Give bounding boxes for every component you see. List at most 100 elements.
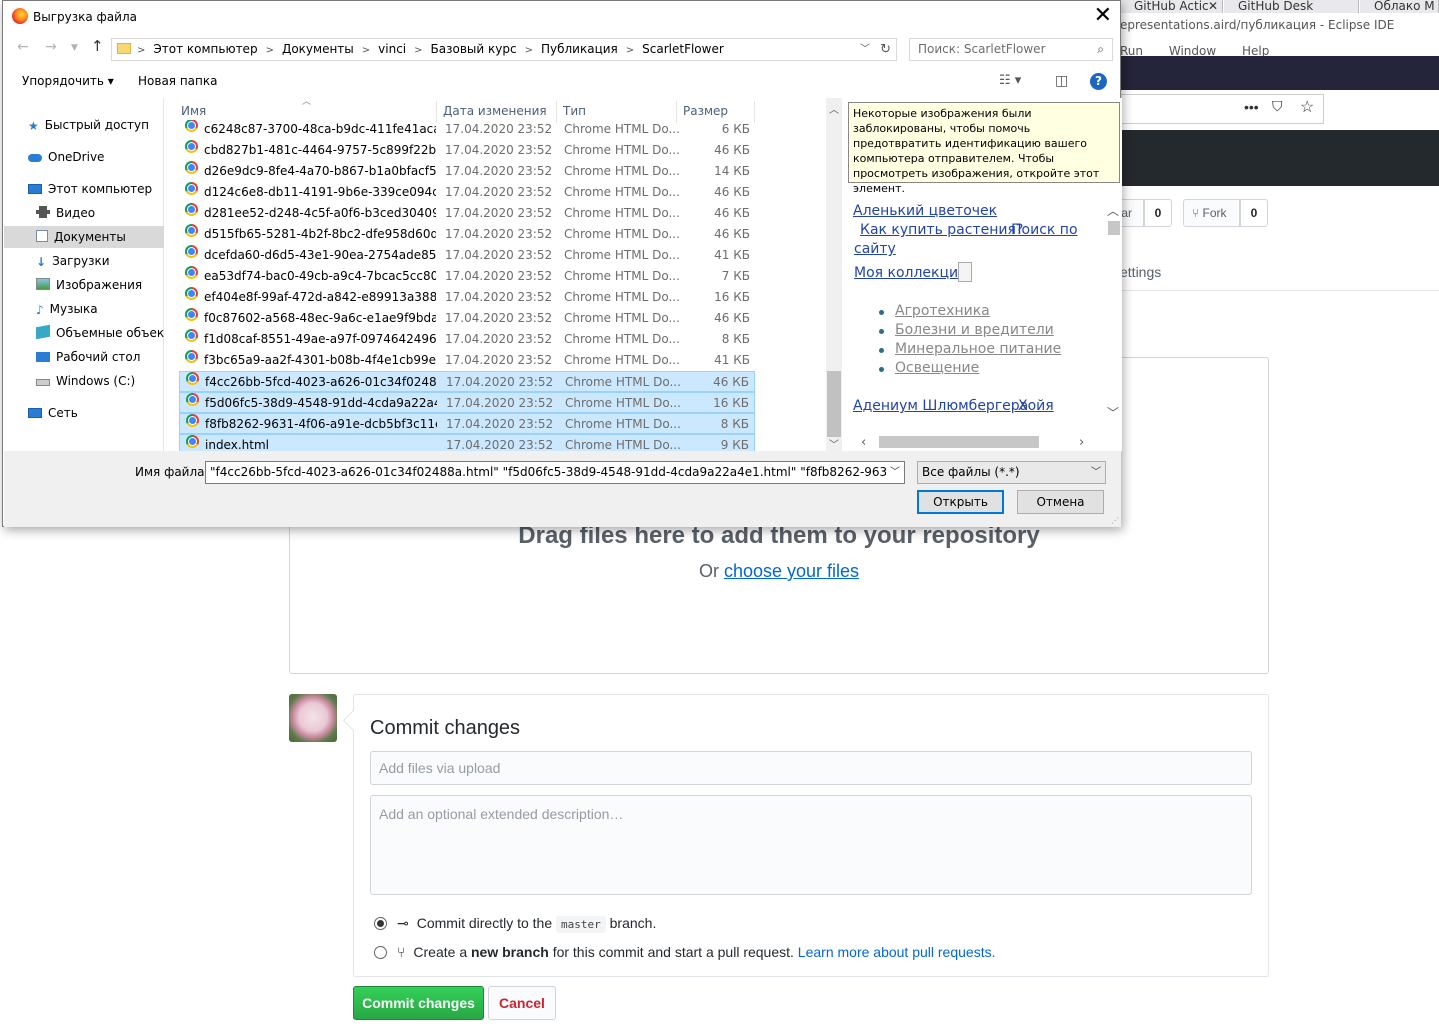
nav-3d-objects[interactable]: Объемные объекты: [4, 322, 164, 344]
nav-windows-drive[interactable]: Windows (C:): [4, 370, 164, 392]
nav-images[interactable]: Изображения: [4, 274, 164, 296]
file-row[interactable]: f0c87602-a568-48ec-9a6c-e1ae9f9bda5d....…: [179, 308, 755, 329]
scroll-down-icon[interactable]: ﹀: [1107, 404, 1119, 421]
learn-more-link[interactable]: Learn more about pull requests.: [798, 944, 996, 960]
browser-tab-github-actions[interactable]: GitHub Actic ✕: [1120, 0, 1223, 13]
file-row[interactable]: f3bc65a9-aa2f-4301-b08b-4f4e1cb99e53....…: [179, 350, 755, 371]
preview-pane-icon[interactable]: ◫: [1055, 73, 1068, 89]
file-row[interactable]: d26e9dc9-8fe4-4a70-b867-b1a0bfacf561....…: [179, 161, 755, 182]
filetype-select[interactable]: Все файлы (*.*) ﹀: [917, 461, 1106, 484]
file-row[interactable]: cbd827b1-481c-4464-9757-5c899f22bc3a....…: [179, 140, 755, 161]
cancel-commit-button[interactable]: Cancel: [488, 986, 556, 1020]
breadcrumb-scarletflower[interactable]: ScarletFlower: [642, 42, 724, 56]
more-icon[interactable]: •••: [1244, 99, 1259, 115]
fork-count[interactable]: 0: [1240, 199, 1268, 227]
breadcrumb-this-pc[interactable]: Этот компьютер: [153, 42, 257, 56]
preview-collection-link[interactable]: Моя коллекция: [854, 265, 967, 281]
nav-onedrive[interactable]: OneDrive: [4, 146, 164, 168]
file-row[interactable]: index.html 17.04.2020 23:52 Chrome HTML Do…: [179, 434, 755, 451]
preview-list-item[interactable]: Освещение: [895, 360, 979, 376]
breadcrumb-separator-icon[interactable]: >: [525, 45, 533, 56]
scroll-up-icon[interactable]: ︿: [1107, 202, 1119, 219]
filename-input[interactable]: "f4cc26bb-5fcd-4023-a626-01c34f02488a.ht…: [205, 461, 905, 484]
scroll-right-icon[interactable]: ›: [1079, 435, 1084, 450]
pocket-icon[interactable]: ⛉: [1272, 98, 1283, 115]
preview-list-item[interactable]: Агротехника: [895, 303, 990, 319]
fork-button[interactable]: ⑂ Fork: [1183, 199, 1240, 227]
nav-documents[interactable]: Документы: [4, 226, 164, 248]
preview-hscroll-thumb[interactable]: [879, 436, 1039, 448]
nav-this-pc[interactable]: Этот компьютер: [4, 178, 164, 200]
file-row[interactable]: ea53df74-bac0-49cb-a9c4-7bcac5cc8029....…: [179, 266, 755, 287]
scroll-down-icon[interactable]: ﹀: [829, 436, 839, 451]
back-arrow-icon[interactable]: ←: [17, 39, 29, 55]
close-icon[interactable]: ✕: [1094, 3, 1112, 29]
nav-downloads[interactable]: ↓ Загрузки: [4, 250, 164, 272]
scroll-left-icon[interactable]: ‹: [861, 435, 866, 450]
file-row[interactable]: f5d06fc5-38d9-4548-91dd-4cda9a22a4e1....…: [179, 392, 755, 413]
commit-changes-button[interactable]: Commit changes: [353, 986, 484, 1020]
preview-search-link-2[interactable]: сайту: [854, 241, 896, 257]
chevron-down-icon[interactable]: ﹀: [860, 39, 870, 60]
nav-video[interactable]: Видео: [4, 202, 164, 224]
file-row[interactable]: d124c6e8-db11-4191-9b6e-339ce094d713....…: [179, 182, 755, 203]
bookmark-star-icon[interactable]: ☆: [1300, 97, 1314, 117]
choose-files-link[interactable]: choose your files: [724, 561, 859, 581]
search-input[interactable]: Поиск: ScarletFlower ⌕: [909, 38, 1113, 61]
address-bar[interactable]: > Этот компьютер > Документы > vinci > Базовый …: [111, 38, 897, 61]
blocked-images-notice[interactable]: Некоторые изображения были заблокированы…: [848, 102, 1120, 195]
radio-new-branch[interactable]: [374, 946, 387, 959]
file-row[interactable]: f4cc26bb-5fcd-4023-a626-01c34f02488a....…: [179, 371, 755, 392]
file-list-scroll-thumb[interactable]: [827, 371, 841, 437]
breadcrumb-basic-course[interactable]: Базовый курс: [431, 42, 517, 56]
close-icon[interactable]: ✕: [1208, 0, 1218, 12]
url-bar[interactable]: ••• ⛉ ☆: [1120, 94, 1324, 124]
scroll-up-icon[interactable]: ︿: [829, 101, 839, 116]
preview-title-link[interactable]: Аленький цветочек: [853, 203, 997, 219]
refresh-icon[interactable]: ↻: [880, 39, 891, 60]
file-row[interactable]: dcefda60-d6d5-43e1-90ea-2754ade8500f....…: [179, 245, 755, 266]
preview-list-item[interactable]: Минеральное питание: [895, 341, 1061, 357]
commit-new-branch-option[interactable]: ⑂ Create a new branch for this commit and…: [374, 944, 995, 960]
file-row[interactable]: f8fb8262-9631-4f06-a91e-dcb5bf3c11e9....…: [179, 413, 755, 434]
breadcrumb-documents[interactable]: Документы: [282, 42, 354, 56]
menu-run[interactable]: Run: [1120, 44, 1143, 56]
breadcrumb-publication[interactable]: Публикация: [541, 42, 618, 56]
tab-settings[interactable]: ettings: [1120, 264, 1161, 280]
file-row[interactable]: d515fb65-5281-4b2f-8bc2-dfe958d60d75....…: [179, 224, 755, 245]
browser-tab-github-desktop[interactable]: GitHub Desk: [1224, 0, 1359, 13]
nav-desktop[interactable]: Рабочий стол: [4, 346, 164, 368]
help-icon[interactable]: ?: [1090, 73, 1107, 90]
radio-commit-direct[interactable]: [374, 917, 387, 930]
preview-vertical-scrollbar[interactable]: [1106, 201, 1122, 433]
file-row[interactable]: ef404e8f-99af-472d-a842-e89913a38862.h..…: [179, 287, 755, 308]
commit-direct-option[interactable]: ⊸ Commit directly to the master branch.: [374, 915, 656, 933]
view-options-icon[interactable]: ☷ ▾: [999, 73, 1021, 88]
history-chevron-icon[interactable]: ▼: [71, 43, 78, 53]
menu-help[interactable]: Help: [1242, 44, 1269, 56]
file-row[interactable]: c6248c87-3700-48ca-b9dc-411fe41acab9....…: [179, 120, 755, 140]
cancel-button[interactable]: Отмена: [1017, 490, 1104, 514]
up-arrow-icon[interactable]: ↑: [91, 37, 104, 55]
chevron-down-icon[interactable]: ﹀: [886, 462, 904, 483]
open-button[interactable]: Открыть: [917, 490, 1004, 514]
preview-list-item[interactable]: Болезни и вредители: [895, 322, 1054, 338]
browser-tab-cloud[interactable]: Облако M: [1360, 0, 1439, 13]
organize-menu[interactable]: Упорядочить ▾: [22, 74, 114, 88]
nav-quick-access[interactable]: ★ Быстрый доступ: [4, 114, 164, 136]
breadcrumb-separator-icon[interactable]: >: [626, 45, 634, 56]
new-folder-button[interactable]: Новая папка: [138, 74, 217, 88]
preview-buy-link[interactable]: Как купить растения?: [860, 222, 1023, 238]
nav-music[interactable]: ♪ Музыка: [4, 298, 164, 320]
breadcrumb-vinci[interactable]: vinci: [378, 42, 406, 56]
file-row[interactable]: f1d08caf-8551-49ae-a97f-09746424967c.h..…: [179, 329, 755, 350]
resize-grip-icon[interactable]: ⋰: [1111, 516, 1119, 525]
avatar[interactable]: [289, 694, 337, 742]
breadcrumb-separator-icon[interactable]: >: [362, 45, 370, 56]
breadcrumb-separator-icon[interactable]: >: [266, 45, 274, 56]
forward-arrow-icon[interactable]: →: [45, 39, 57, 55]
commit-summary-input[interactable]: Add files via upload: [370, 751, 1252, 785]
preview-scroll-thumb[interactable]: [1108, 221, 1120, 235]
breadcrumb-separator-icon[interactable]: >: [414, 45, 422, 56]
preview-hoya-link[interactable]: Хойя: [1018, 398, 1054, 414]
